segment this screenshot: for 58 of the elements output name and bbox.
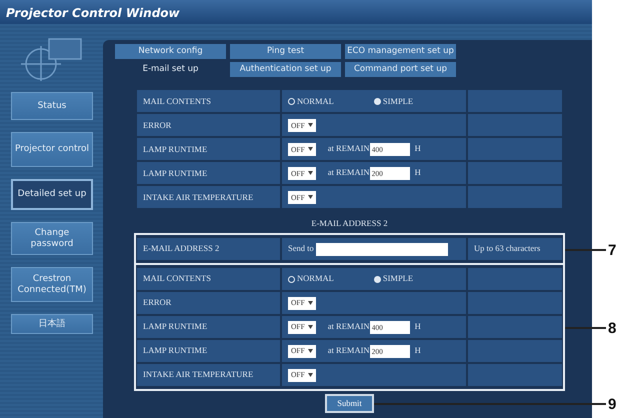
field-label: LAMP RUNTIME (137, 162, 282, 184)
field-label: INTAKE AIR TEMPERATURE (137, 186, 282, 208)
caret-icon (308, 301, 313, 306)
field-label: ERROR (137, 114, 282, 136)
sidebar-button[interactable]: 日本語 (11, 314, 93, 334)
caret-icon (308, 373, 313, 378)
submit-button[interactable]: Submit (325, 394, 374, 412)
unit-label: H (414, 320, 421, 331)
caret-icon (308, 171, 313, 176)
field-label: MAIL CONTENTS (137, 268, 282, 290)
projector-logo-icon (19, 36, 85, 82)
field-label: LAMP RUNTIME (137, 138, 282, 160)
send-to-label: Send to (288, 242, 314, 253)
field-label: ERROR (137, 292, 282, 314)
leader-line (565, 327, 606, 329)
caret-icon (308, 349, 313, 354)
tab[interactable]: Network config (115, 44, 226, 59)
sidebar-button[interactable]: Status (11, 92, 93, 120)
email-field[interactable] (316, 242, 448, 256)
radio-button[interactable] (288, 276, 295, 283)
sidebar-button[interactable]: Projector control (11, 132, 93, 167)
caret-icon (308, 147, 313, 152)
radio-label: NORMAL (297, 273, 334, 284)
remain-label: at REMAIN (328, 344, 370, 355)
tab[interactable]: Command port set up (345, 62, 456, 77)
remain-label: at REMAIN (328, 320, 370, 331)
leader-line (565, 249, 606, 251)
hint-text: Up to 63 characters (468, 238, 562, 260)
tab[interactable]: Ping test (230, 44, 341, 59)
callout-number: 8 (608, 319, 616, 339)
sidebar-button[interactable]: Crestron Connected(TM) (11, 267, 93, 302)
unit-label: H (414, 167, 421, 178)
radio-label: NORMAL (297, 96, 334, 106)
caret-icon (308, 195, 313, 200)
field-label: E-MAIL ADDRESS 2 (137, 238, 282, 260)
radio-label: SIMPLE (382, 96, 414, 106)
tab[interactable]: ECO management set up (345, 44, 456, 59)
caret-icon (308, 123, 313, 128)
caret-icon (308, 325, 313, 330)
remain-label: at REMAIN (328, 143, 370, 154)
radio-button[interactable] (374, 98, 381, 106)
callout-number: 7 (608, 241, 616, 261)
radio-label: SIMPLE (382, 273, 414, 284)
field-label: LAMP RUNTIME (137, 340, 282, 362)
window-title: Projector Control Window (0, 0, 592, 24)
remain-label: at REMAIN (328, 167, 370, 178)
section-heading: E-MAIL ADDRESS 2 (310, 217, 389, 230)
sidebar-button[interactable]: Detailed set up (11, 179, 93, 210)
field-label: MAIL CONTENTS (137, 90, 282, 112)
field-label: LAMP RUNTIME (137, 316, 282, 338)
field-label: INTAKE AIR TEMPERATURE (137, 364, 282, 386)
sidebar-button[interactable]: Change password (11, 222, 93, 255)
radio-button[interactable] (374, 276, 381, 283)
unit-label: H (414, 344, 421, 355)
tab[interactable]: Authentication set up (230, 62, 341, 77)
callout-number: 9 (608, 395, 616, 415)
unit-label: H (414, 143, 421, 154)
radio-button[interactable] (288, 98, 295, 106)
